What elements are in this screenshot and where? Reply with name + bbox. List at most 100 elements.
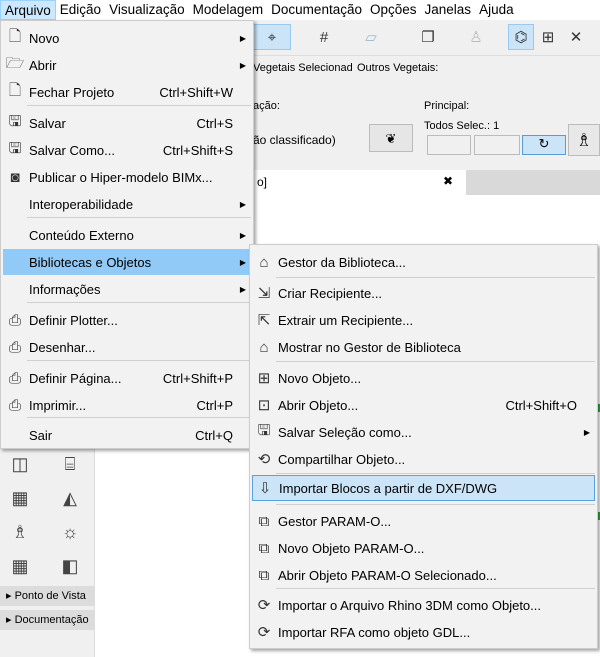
menu-modelagem[interactable]: Modelagem: [189, 0, 268, 20]
submenu-arrow-icon: ▶: [239, 60, 246, 70]
menu-item-novo-objeto-param-o[interactable]: ⧉ Novo Objeto PARAM-O...: [252, 535, 595, 561]
menu-item-salvar-selec-a-o-como[interactable]: 🖫 Salvar Seleção como... ▶: [252, 419, 595, 445]
label-classificacao: ação:: [253, 100, 280, 112]
new-object-icon: ⊞: [257, 370, 271, 387]
shell-tool-icon[interactable]: ◭: [58, 486, 82, 510]
menu-item-label: Mostrar no Gestor de Biblioteca: [278, 339, 461, 355]
menu-item-importar-rfa-como-objeto-gdl[interactable]: ⟳ Importar RFA como objeto GDL...: [252, 619, 595, 645]
menu-ajuda[interactable]: Ajuda: [475, 0, 518, 20]
menu-item-novo-objeto[interactable]: ⊞ Novo Objeto...: [252, 365, 595, 391]
page-setup-icon: ⎙: [8, 369, 21, 387]
menu-item-gestor-param-o[interactable]: ⧉ Gestor PARAM-O...: [252, 508, 595, 534]
toolbar: ⌖ # ▱ ❐ ♙ ⌬ ⊞ ✕ Vegetais Selecionad Outr…: [253, 20, 600, 180]
toolbox: ◫ ⌸ ▦ ◭ ♗ ☼ ▦ ◧ ▸ Ponto de Vista ▸ Docum…: [0, 448, 95, 657]
section-documentacao[interactable]: ▸ Documentação: [0, 610, 94, 630]
layers-icon[interactable]: ❐: [415, 24, 441, 50]
menu-item-interoperabilidade[interactable]: Interoperabilidade ▶: [3, 191, 251, 217]
menu-item-extrair-um-recipiente[interactable]: ⇱ Extrair um Recipiente...: [252, 307, 595, 333]
menu-item-fechar-projeto[interactable]: 🗋 Fechar Projeto Ctrl+Shift+W: [3, 79, 251, 105]
show-library-icon: ⌂: [259, 338, 269, 356]
menu-item-novo[interactable]: 🗋 Novo ▶: [3, 25, 251, 51]
marquee-select-icon[interactable]: [427, 135, 471, 155]
menu-item-definir-pa-gina[interactable]: ⎙ Definir Página... Ctrl+Shift+P: [3, 365, 251, 391]
menu-janelas[interactable]: Janelas: [421, 0, 476, 20]
new-param-o-icon: ⧉: [258, 539, 270, 557]
file-menu: 🗋 Novo ▶ 🗁 Abrir ▶ 🗋 Fechar Projeto Ctrl+Shift+W…: [0, 20, 254, 449]
menu-item-imprimir[interactable]: ⎙ Imprimir... Ctrl+P: [3, 392, 251, 418]
window-tool-icon[interactable]: ◫: [8, 452, 32, 476]
menu-item-mostrar-no-gestor-de-biblioteca[interactable]: ⌂ Mostrar no Gestor de Biblioteca: [252, 334, 595, 360]
menu-item-label: Novo Objeto PARAM-O...: [278, 540, 425, 556]
menu-arquivo[interactable]: Arquivo: [0, 0, 56, 20]
menu-item-publicar-o-hiper-modelo-bimx[interactable]: ◙ Publicar o Hiper-modelo BIMx...: [3, 164, 251, 190]
door-tool-icon[interactable]: ◧: [58, 554, 82, 578]
object-icon[interactable]: ♙: [463, 24, 489, 50]
menu-item-label: Abrir Objeto...: [278, 397, 359, 413]
shortcut-label: Ctrl+Shift+O: [505, 397, 577, 413]
plane-icon[interactable]: ▱: [358, 24, 384, 50]
menu-separator: [276, 473, 595, 474]
lamp-tool-icon[interactable]: ☼: [58, 520, 82, 544]
menu-item-importar-blocos-a-partir-de-dxf-dwg[interactable]: ⇩ Importar Blocos a partir de DXF/DWG: [252, 475, 595, 501]
menu-item-abrir-objeto[interactable]: ⊡ Abrir Objeto... Ctrl+Shift+O: [252, 392, 595, 418]
submenu-arrow-icon: ▶: [239, 33, 246, 43]
label-todos-selec: Todos Selec.: 1: [424, 120, 500, 132]
submenu-arrow-icon: ▶: [583, 427, 590, 437]
tab-bar: o] ✖: [253, 170, 600, 195]
menu-visualizacao[interactable]: Visualização: [105, 0, 189, 20]
menu-separator: [276, 504, 595, 505]
label-principal: Principal:: [424, 100, 470, 112]
section-ponto-de-vista[interactable]: ▸ Ponto de Vista: [0, 586, 94, 606]
menu-item-sair[interactable]: Sair Ctrl+Q: [3, 422, 251, 448]
plot-icon: ⎙: [8, 338, 21, 356]
menu-item-desenhar[interactable]: ⎙ Desenhar...: [3, 334, 251, 360]
grid-icon[interactable]: #: [311, 24, 337, 50]
menu-item-label: Fechar Projeto: [29, 84, 115, 100]
create-container-icon: ⇲: [257, 285, 271, 302]
menu-item-informac-o-es[interactable]: Informações ▶: [3, 276, 251, 302]
tree-icon[interactable]: ❦: [369, 124, 413, 152]
menu-item-label: Publicar o Hiper-modelo BIMx...: [29, 169, 213, 185]
menu-item-criar-recipiente[interactable]: ⇲ Criar Recipiente...: [252, 280, 595, 306]
menu-item-label: Gestor PARAM-O...: [278, 513, 392, 529]
close-tab-icon[interactable]: ✖: [443, 174, 453, 188]
snap-icon[interactable]: ⌬: [508, 24, 534, 50]
chair-icon[interactable]: ♗: [568, 124, 600, 156]
menu-separator: [276, 361, 595, 362]
menu-item-label: Bibliotecas e Objetos: [29, 254, 152, 270]
import-dwg-icon: ⇩: [258, 480, 272, 497]
menu-edicao[interactable]: Edição: [56, 0, 105, 20]
curtain-wall-icon[interactable]: ▦: [8, 554, 32, 578]
menu-item-label: Definir Plotter...: [29, 312, 118, 328]
menu-opcoes[interactable]: Opções: [366, 0, 421, 20]
menu-item-bibliotecas-e-objetos[interactable]: Bibliotecas e Objetos ▶: [3, 249, 251, 275]
ruler-icon[interactable]: ⊞: [535, 24, 561, 50]
selection-icon[interactable]: [474, 135, 520, 155]
param-o-icon: ⧉: [258, 512, 270, 530]
stair-tool-icon[interactable]: ⌸: [58, 452, 82, 476]
menu-item-label: Desenhar...: [29, 339, 96, 355]
menu-item-definir-plotter[interactable]: ⎙ Definir Plotter...: [3, 307, 251, 333]
menu-item-label: Informações: [29, 281, 101, 297]
label-vegetais-selecionados: Vegetais Selecionad: [253, 62, 353, 74]
menu-item-label: Abrir: [29, 57, 57, 73]
menu-item-importar-o-arquivo-rhino-3dm-como-objeto[interactable]: ⟳ Importar o Arquivo Rhino 3DM como Objet…: [252, 592, 595, 618]
menu-item-compartilhar-objeto[interactable]: ⟲ Compartilhar Objeto...: [252, 446, 595, 472]
magnet-icon[interactable]: ↻: [522, 135, 566, 155]
menu-separator: [27, 217, 251, 218]
menu-item-abrir-objeto-param-o-selecionado[interactable]: ⧉ Abrir Objeto PARAM-O Selecionado...: [252, 562, 595, 588]
mesh-tool-icon[interactable]: ▦: [8, 486, 32, 510]
chair-tool-icon[interactable]: ♗: [8, 520, 32, 544]
section-label: Documentação: [14, 614, 89, 626]
menu-documentacao[interactable]: Documentação: [267, 0, 366, 20]
tab-label[interactable]: o]: [257, 175, 267, 189]
open-folder-icon: 🗁: [5, 54, 25, 72]
menu-item-salvar-como[interactable]: 🖫 Salvar Como... Ctrl+Shift+S: [3, 137, 251, 163]
xy-coordinate-icon[interactable]: ⌖: [253, 24, 291, 50]
rhino-icon: ⟳: [257, 597, 271, 614]
menu-item-gestor-da-biblioteca[interactable]: ⌂ Gestor da Biblioteca...: [252, 249, 595, 275]
menu-item-salvar[interactable]: 🖫 Salvar Ctrl+S: [3, 110, 251, 136]
menu-item-abrir[interactable]: 🗁 Abrir ▶: [3, 52, 251, 78]
cross-icon[interactable]: ✕: [563, 24, 589, 50]
menu-item-conteu-do-externo[interactable]: Conteúdo Externo ▶: [3, 222, 251, 248]
